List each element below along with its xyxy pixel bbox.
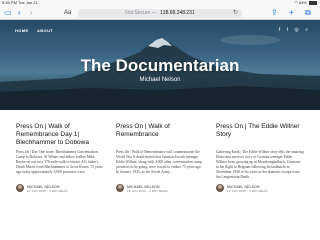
social-icons: f t ◎ ⌕ [274,27,308,33]
post-title[interactable]: Press On | Walk of Remembrance [116,123,204,147]
clock-date: Tue Jun 21 [17,0,38,5]
status-indicators: ◠ 63% [294,0,317,5]
post-title[interactable]: Press On | Walk of Remembrance Day 1| Bl… [16,123,104,147]
status-time: 5:45 PM Tue Jun 21 [2,0,38,5]
post-date: 12 JAN 2020 · 5 MIN READ [227,188,268,193]
reload-icon[interactable]: ↻ [233,9,238,18]
battery-icon [309,0,317,5]
sidebar-icon[interactable]: ▭ [4,8,12,18]
post-excerpt: Press On | Day One route: Blechhammer Co… [16,150,103,174]
author-avatar[interactable] [216,184,224,192]
site-title[interactable]: The Documentarian [0,56,320,76]
search-icon[interactable]: ⌕ [305,27,308,33]
post-excerpt: Gathering Earth | The Eddie Willner stor… [216,150,304,179]
reader-icon[interactable]: Aa [64,8,71,18]
site-author: Michael Nelson [139,77,181,83]
forward-icon[interactable]: › [30,8,33,18]
post-date: 21 JAN 2020 · 6 MIN READ [27,188,68,193]
back-icon[interactable]: ‹ [18,8,21,18]
new-tab-icon[interactable]: + [289,8,294,18]
post-meta: MICHAEL NELSON 12 JAN 2020 · 5 MIN READ [216,184,304,193]
post-excerpt: Press On | Walk of Remembrance will comm… [116,150,202,174]
author-avatar[interactable] [116,184,124,192]
post-meta: MICHAEL NELSON 18 JAN 2020 · 3 MIN READ [116,184,204,193]
post-title[interactable]: Press On | The Eddie Willner Story [216,123,304,147]
share-icon[interactable]: ⇪ [271,8,278,18]
clock-time: 5:45 PM [2,0,17,5]
nav-home-link[interactable]: HOME [15,28,29,33]
post-meta: MICHAEL NELSON 21 JAN 2020 · 6 MIN READ [16,184,104,193]
post-grid: Press On | Walk of Remembrance Day 1| Bl… [16,123,312,233]
facebook-icon[interactable]: f [279,27,280,33]
author-avatar[interactable] [16,184,24,192]
status-bar: 5:45 PM Tue Jun 21 ◠ 63% [0,0,320,7]
wifi-icon: ◠ [294,0,298,5]
post-date: 18 JAN 2020 · 3 MIN READ [127,188,168,193]
post-card[interactable]: Press On | Walk of Remembrance Day 1| Bl… [16,123,104,193]
post-card[interactable]: Press On | Walk of Remembrance Press On … [116,123,204,193]
nav-about-link[interactable]: ABOUT [37,28,53,33]
twitter-icon[interactable]: t [287,27,288,33]
url-security-label: Not Secure — [125,10,157,16]
battery-percent: 63% [298,0,307,5]
site-nav: HOME ABOUT [15,28,60,33]
tabs-icon[interactable]: ⧉ [305,8,311,18]
url-host: 138.68.248.231 [160,10,195,16]
address-bar[interactable]: Not Secure — 138.68.248.231 ↻ [78,9,242,18]
instagram-icon[interactable]: ◎ [294,27,298,33]
hero-banner: HOME ABOUT f t ◎ ⌕ The Documentarian Mic… [0,20,320,110]
post-card[interactable]: Press On | The Eddie Willner Story Gathe… [216,123,304,193]
browser-toolbar: ▭ ‹ › Aa Not Secure — 138.68.248.231 ↻ ⇪… [0,7,320,20]
